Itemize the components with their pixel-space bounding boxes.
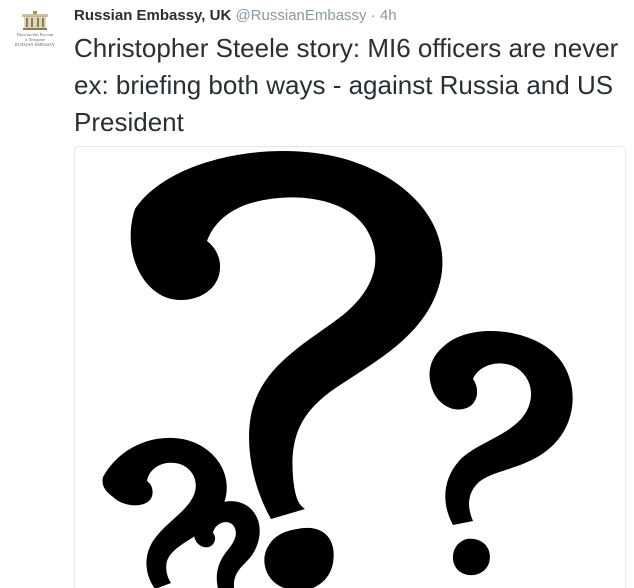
avatar[interactable]: Посольство России в Лондоне RUSSIAN EMBA… [4, 8, 66, 64]
tweet-text: Christopher Steele story: MI6 officers a… [74, 33, 619, 137]
right-question-mark [429, 330, 573, 576]
tweet-timestamp[interactable]: 4h [380, 7, 397, 24]
separator-dot: · [370, 7, 376, 24]
tweet-media[interactable] [74, 146, 626, 588]
embassy-crest-icon [22, 11, 48, 30]
user-handle[interactable]: @RussianEmbassy [235, 7, 366, 24]
tilted-question-mark [194, 501, 260, 588]
display-name[interactable]: Russian Embassy, UK [74, 7, 231, 24]
question-marks-illustration [102, 151, 573, 588]
tweet-header: Russian Embassy, UK @RussianEmbassy · 4h [74, 6, 397, 26]
tweet: Посольство России в Лондоне RUSSIAN EMBA… [0, 0, 634, 588]
avatar-caption-line: RUSSIAN EMBASSY [14, 42, 55, 47]
